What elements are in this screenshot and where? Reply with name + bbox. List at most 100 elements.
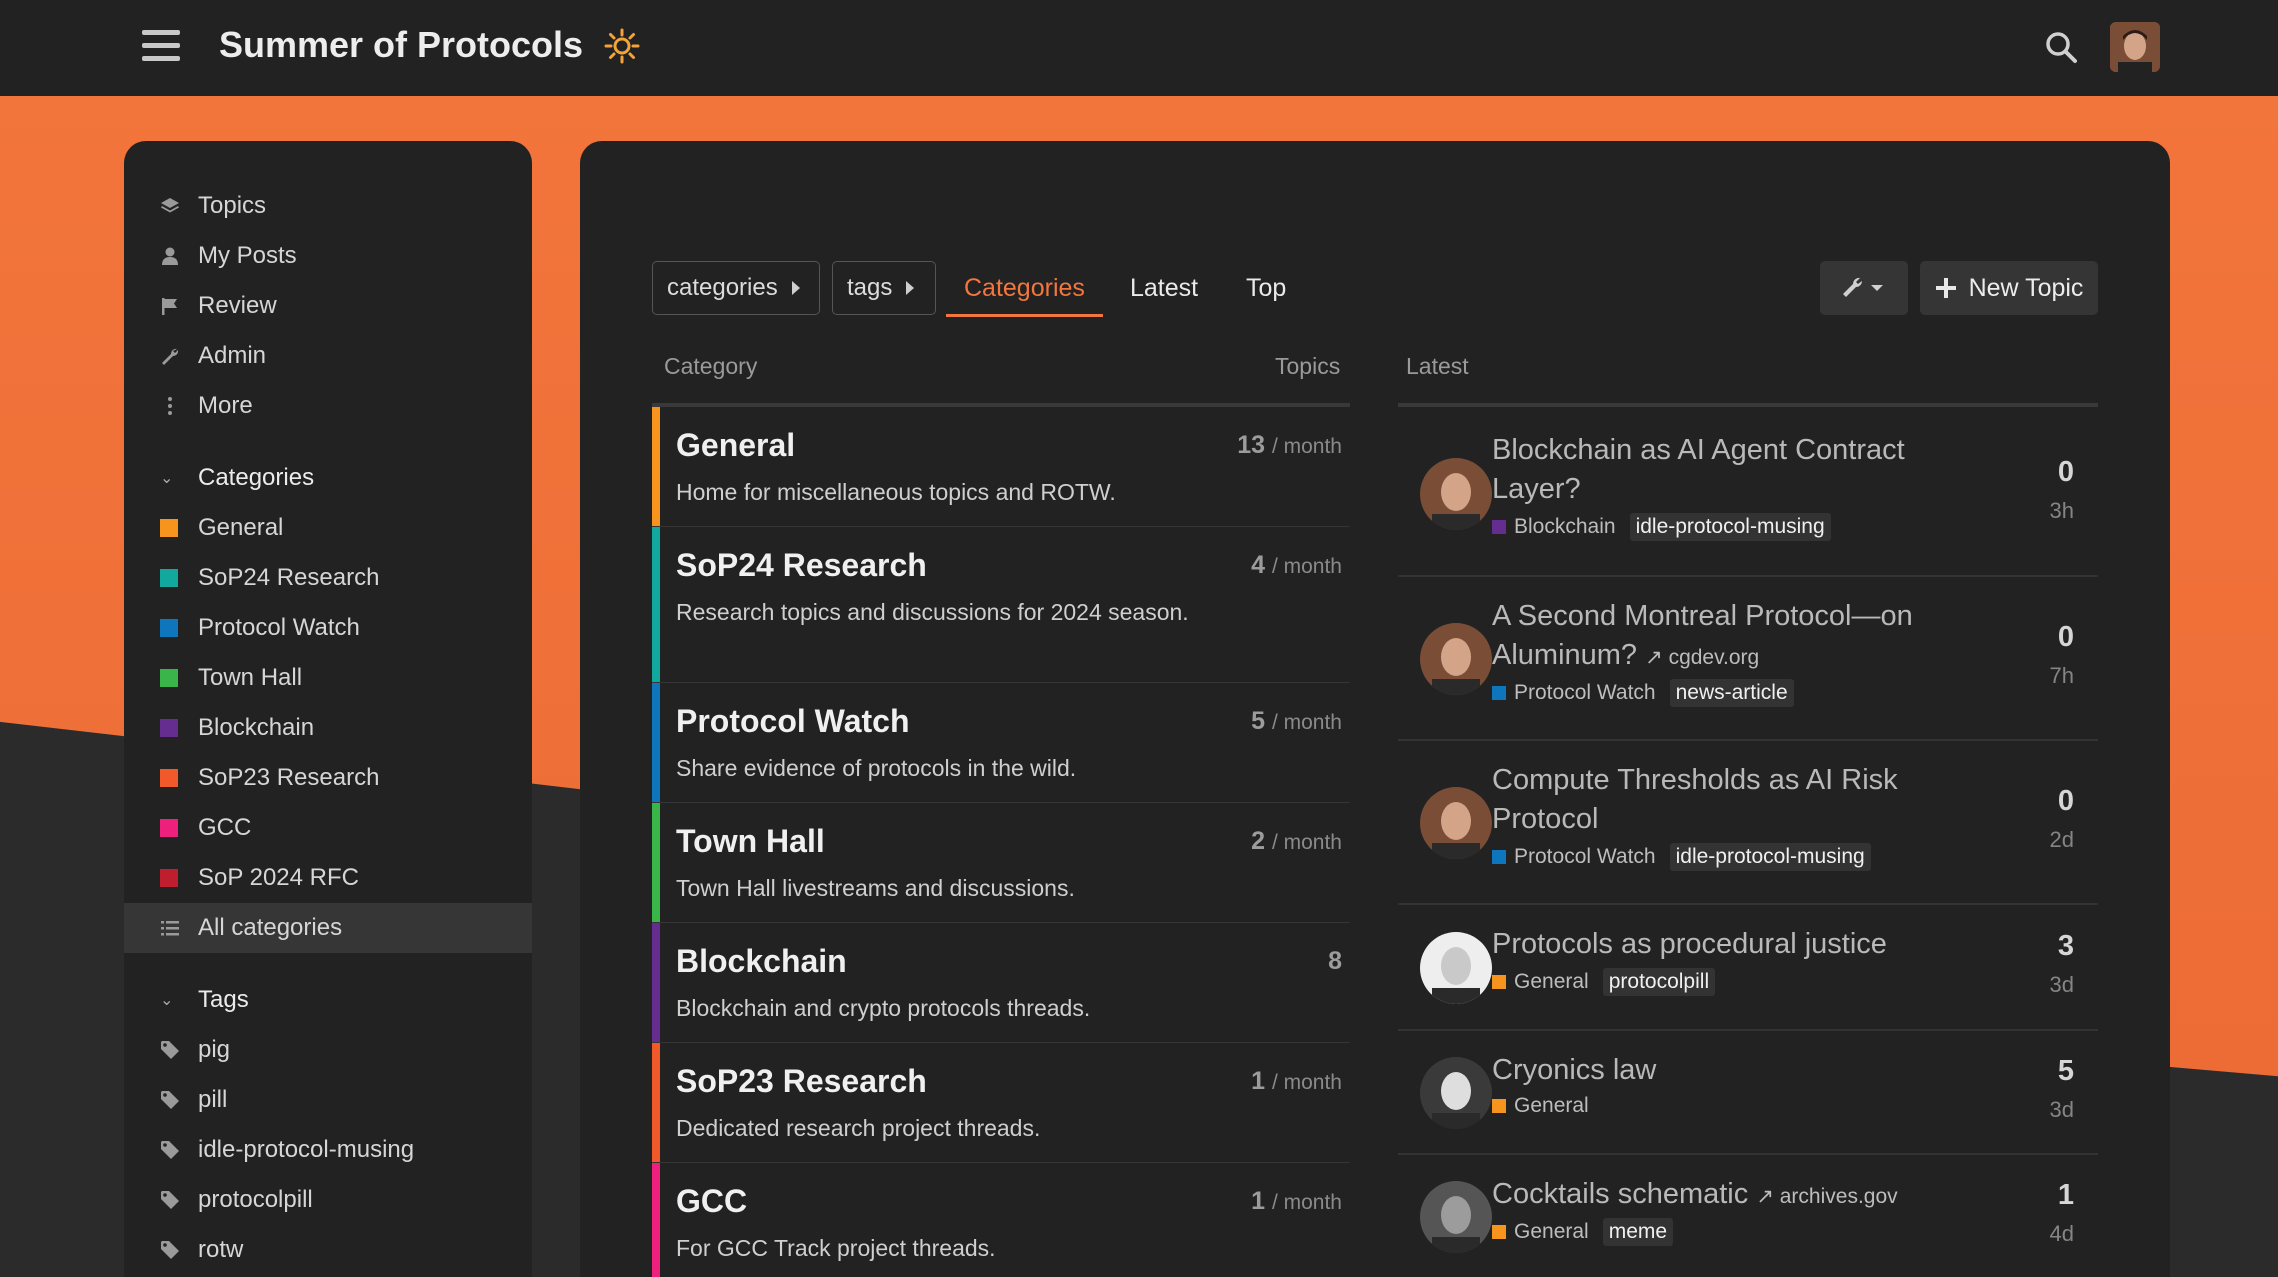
topic-category[interactable]: Protocol Watch <box>1514 845 1656 869</box>
sidebar-item-more[interactable]: More <box>124 381 532 431</box>
tab-top[interactable]: Top <box>1246 261 1286 317</box>
sidebar-category-item[interactable]: SoP23 Research <box>124 753 532 803</box>
sidebar-item-review[interactable]: Review <box>124 281 532 331</box>
topic-category[interactable]: General <box>1514 970 1589 994</box>
topic-row[interactable]: Compute Thresholds as AI Risk Protocol Pr… <box>1398 741 2098 905</box>
topic-tag[interactable]: protocolpill <box>1602 968 1716 996</box>
external-link[interactable]: ↗ cgdev.org <box>1645 646 1759 669</box>
sidebar-category-item[interactable]: GCC <box>124 803 532 853</box>
category-name[interactable]: Town Hall <box>676 823 825 860</box>
admin-tools-button[interactable] <box>1820 261 1908 315</box>
avatar[interactable] <box>1420 1057 1492 1129</box>
category-row[interactable]: SoP23 Research Dedicated research project… <box>652 1043 1350 1163</box>
topic-title[interactable]: A Second Montreal Protocol—on Aluminum? … <box>1492 597 1932 677</box>
sidebar-item-admin[interactable]: Admin <box>124 331 532 381</box>
tab-latest[interactable]: Latest <box>1130 261 1198 317</box>
sidebar-category-item[interactable]: General <box>124 503 532 553</box>
sidebar-category-item[interactable]: SoP 2024 RFC <box>124 853 532 903</box>
vertical-ellipsis-icon <box>168 397 172 415</box>
category-description: Home for miscellaneous topics and ROTW. <box>676 479 1116 505</box>
tab-categories[interactable]: Categories <box>946 261 1103 317</box>
category-name[interactable]: SoP24 Research <box>676 547 927 584</box>
topic-category[interactable]: General <box>1514 1094 1589 1118</box>
avatar[interactable] <box>1420 458 1492 530</box>
sidebar-item-label: Admin <box>198 342 267 369</box>
category-row[interactable]: Protocol Watch Share evidence of protocol… <box>652 683 1350 803</box>
sidebar-category-item[interactable]: Blockchain <box>124 703 532 753</box>
topic-row[interactable]: Cryonics law General 5 3d <box>1398 1031 2098 1155</box>
external-link[interactable]: ↗ archives.gov <box>1756 1185 1897 1208</box>
topic-category[interactable]: General <box>1514 1220 1589 1244</box>
category-row[interactable]: General Home for miscellaneous topics and… <box>652 407 1350 527</box>
topic-title[interactable]: Cocktails schematic ↗ archives.gov <box>1492 1175 1932 1216</box>
topic-meta: Protocol Watch idle-protocol-musing <box>1492 843 1871 871</box>
search-icon[interactable] <box>2044 30 2078 64</box>
topic-row[interactable]: Cocktails schematic ↗ archives.gov Genera… <box>1398 1155 2098 1277</box>
topic-tag[interactable]: news-article <box>1669 679 1794 707</box>
header-divider <box>1398 403 2098 407</box>
sidebar: Topics My Posts Review Admin More ⌄ Cate… <box>124 141 532 1277</box>
topic-title[interactable]: Compute Thresholds as AI Risk Protocol <box>1492 761 1932 839</box>
activity-age[interactable]: 3d <box>2050 972 2074 998</box>
activity-age[interactable]: 4d <box>2050 1221 2074 1247</box>
navigation-bar: categories tags Categories Latest Top Ne… <box>652 261 2098 317</box>
topic-tag[interactable]: meme <box>1602 1218 1674 1246</box>
avatar[interactable] <box>1420 932 1492 1004</box>
activity-age[interactable]: 3h <box>2050 498 2074 524</box>
topic-title[interactable]: Protocols as procedural justice <box>1492 925 1932 964</box>
tags-dropdown[interactable]: tags <box>832 261 936 315</box>
topic-row[interactable]: Blockchain as AI Agent Contract Layer? Bl… <box>1398 411 2098 577</box>
avatar[interactable] <box>1420 787 1492 859</box>
activity-age[interactable]: 2d <box>2050 827 2074 853</box>
sidebar-section-tags[interactable]: ⌄ Tags <box>124 975 532 1025</box>
activity-age[interactable]: 7h <box>2050 663 2074 689</box>
new-topic-button[interactable]: New Topic <box>1920 261 2098 315</box>
site-title[interactable]: Summer of Protocols <box>219 24 583 66</box>
category-row[interactable]: Blockchain Blockchain and crypto protocol… <box>652 923 1350 1043</box>
category-row[interactable]: Town Hall Town Hall livestreams and discu… <box>652 803 1350 923</box>
sidebar-item-label: idle-protocol-musing <box>198 1136 415 1163</box>
category-row[interactable]: GCC For GCC Track project threads. 1 / mon… <box>652 1163 1350 1277</box>
category-name[interactable]: General <box>676 427 795 464</box>
category-color-bar <box>652 407 660 526</box>
sidebar-item-my-posts[interactable]: My Posts <box>124 231 532 281</box>
activity-age[interactable]: 3d <box>2050 1097 2074 1123</box>
sidebar-category-item[interactable]: SoP24 Research <box>124 553 532 603</box>
user-icon <box>162 247 178 265</box>
categories-dropdown[interactable]: categories <box>652 261 820 315</box>
sidebar-category-item[interactable]: Protocol Watch <box>124 603 532 653</box>
category-name[interactable]: SoP23 Research <box>676 1063 927 1100</box>
hamburger-menu-icon[interactable] <box>142 30 180 64</box>
category-topic-count: 13 / month <box>1237 431 1342 459</box>
category-color-bar <box>652 1043 660 1162</box>
category-name[interactable]: Blockchain <box>676 943 847 980</box>
sidebar-tag-item[interactable]: pig <box>124 1025 532 1075</box>
topic-tag[interactable]: idle-protocol-musing <box>1629 513 1831 541</box>
category-topic-count: 2 / month <box>1251 827 1342 855</box>
sidebar-tag-item[interactable]: protocolpill <box>124 1175 532 1225</box>
topic-category[interactable]: Blockchain <box>1514 515 1616 539</box>
sidebar-item-topics[interactable]: Topics <box>124 181 532 231</box>
topic-title[interactable]: Blockchain as AI Agent Contract Layer? <box>1492 431 1932 509</box>
category-row[interactable]: SoP24 Research Research topics and discus… <box>652 527 1350 683</box>
sidebar-section-categories[interactable]: ⌄ Categories <box>124 453 532 503</box>
topic-row[interactable]: A Second Montreal Protocol—on Aluminum? … <box>1398 577 2098 741</box>
topic-title[interactable]: Cryonics law <box>1492 1051 1932 1090</box>
sidebar-tag-item[interactable]: rotw <box>124 1225 532 1275</box>
sidebar-item-all-categories[interactable]: All categories <box>124 903 532 953</box>
sidebar-category-item[interactable]: Town Hall <box>124 653 532 703</box>
avatar[interactable] <box>1420 623 1492 695</box>
topic-tag[interactable]: idle-protocol-musing <box>1669 843 1871 871</box>
avatar[interactable] <box>1420 1181 1492 1253</box>
topic-row[interactable]: Protocols as procedural justice General pr… <box>1398 905 2098 1031</box>
category-name[interactable]: GCC <box>676 1183 747 1220</box>
sidebar-tag-item[interactable]: pill <box>124 1075 532 1125</box>
category-color-bar <box>652 803 660 922</box>
sidebar-tag-item[interactable]: idle-protocol-musing <box>124 1125 532 1175</box>
topic-category[interactable]: Protocol Watch <box>1514 681 1656 705</box>
category-color-swatch <box>160 569 178 587</box>
caret-right-icon <box>906 281 915 295</box>
sidebar-item-label: GCC <box>198 814 252 841</box>
user-avatar[interactable] <box>2110 22 2160 72</box>
category-name[interactable]: Protocol Watch <box>676 703 909 740</box>
